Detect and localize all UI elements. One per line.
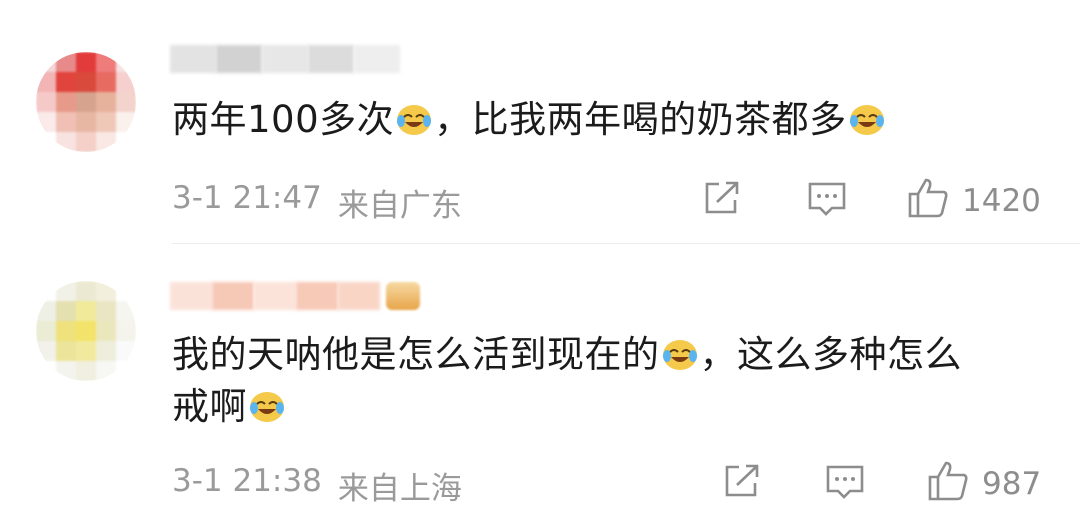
laugh-cry-emoji: [848, 99, 886, 135]
laugh-cry-emoji: [395, 99, 433, 135]
like-icon: [906, 176, 950, 226]
share-button[interactable]: [722, 463, 762, 507]
divider: [172, 243, 1080, 244]
comment-item: 我的天呐他是怎么活到现在的 ，这么多种怎么 戒啊 3-1 21:38 来自上海 98…: [0, 245, 1080, 509]
share-icon: [722, 463, 762, 507]
comment-location: 来自上海: [337, 471, 462, 507]
laugh-cry-emoji: [248, 386, 286, 422]
reply-button[interactable]: [806, 180, 848, 226]
like-count: 1420: [962, 183, 1041, 219]
username-blurred[interactable]: [170, 279, 420, 313]
comment-meta: 3-1 21:47 来自广东: [172, 180, 462, 225]
comment-location: 来自广东: [337, 188, 462, 224]
reply-icon: [824, 463, 866, 509]
comment-meta: 3-1 21:38 来自上海: [172, 463, 462, 508]
vip-badge-icon: [386, 282, 420, 310]
like-icon: [926, 459, 970, 509]
share-button[interactable]: [702, 180, 742, 224]
like-button[interactable]: 987: [926, 459, 1041, 509]
laugh-cry-emoji: [661, 334, 699, 370]
like-button[interactable]: 1420: [906, 176, 1041, 226]
share-icon: [702, 180, 742, 224]
avatar[interactable]: [36, 281, 136, 381]
comment-time: 3-1 21:47: [172, 180, 322, 216]
like-count: 987: [982, 466, 1042, 502]
username-blurred[interactable]: [170, 42, 400, 76]
comment-text: 两年100多次 ，比我两年喝的奶茶都多: [172, 94, 887, 146]
reply-button[interactable]: [824, 463, 866, 509]
comment-time: 3-1 21:38: [172, 463, 322, 499]
reply-icon: [806, 180, 848, 226]
comment-item: 两年100多次 ，比我两年喝的奶茶都多 3-1 21:47 来自广东 1420: [0, 0, 1080, 245]
avatar[interactable]: [36, 52, 136, 152]
comment-text: 我的天呐他是怎么活到现在的 ，这么多种怎么 戒啊: [172, 333, 962, 428]
